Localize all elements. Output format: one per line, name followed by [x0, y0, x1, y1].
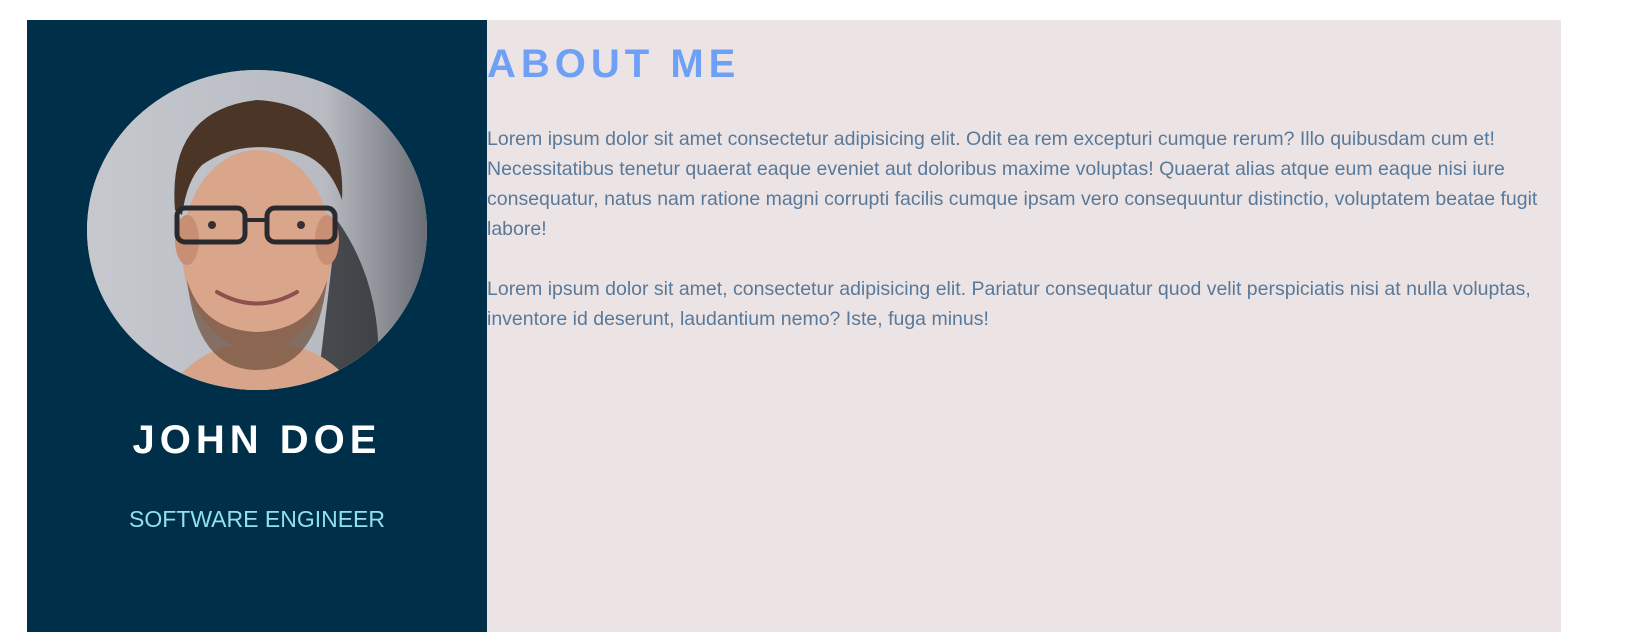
profile-card: JOHN DOE SOFTWARE ENGINEER ABOUT ME Lore… [27, 20, 1561, 632]
profile-sidebar: JOHN DOE SOFTWARE ENGINEER [27, 20, 487, 632]
avatar-photo [87, 70, 427, 390]
profile-role: SOFTWARE ENGINEER [129, 506, 385, 532]
about-section: ABOUT ME Lorem ipsum dolor sit amet cons… [487, 20, 1561, 632]
about-paragraph-1: Lorem ipsum dolor sit amet consectetur a… [487, 128, 1538, 240]
about-paragraph-2: Lorem ipsum dolor sit amet, consectetur … [487, 278, 1531, 330]
avatar [87, 70, 427, 390]
profile-name: JOHN DOE [132, 418, 382, 462]
about-title: ABOUT ME [487, 42, 741, 86]
